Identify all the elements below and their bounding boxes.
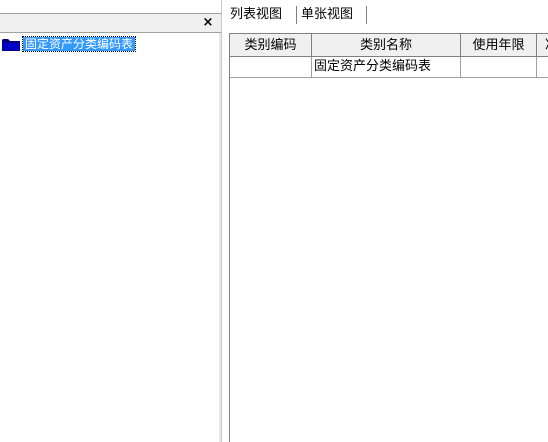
column-header-net[interactable]: 净 xyxy=(537,34,548,57)
tree-node-label[interactable]: 固定资产分类编码表 xyxy=(21,36,137,52)
category-grid[interactable]: 类别编码 类别名称 使用年限 净 固定资产分类编码表 xyxy=(229,33,548,442)
view-tab-strip: 列表视图 单张视图 xyxy=(223,0,548,28)
close-icon[interactable]: × xyxy=(198,15,218,31)
cell-code[interactable] xyxy=(230,57,312,78)
column-header-name[interactable]: 类别名称 xyxy=(312,34,461,57)
folder-icon xyxy=(2,38,20,51)
tab-separator xyxy=(296,6,297,24)
tab-separator xyxy=(366,6,367,24)
cell-years[interactable] xyxy=(461,57,537,78)
content-pane: 列表视图 单张视图 类别编码 类别名称 使用年限 净 固定资产分类编码表 xyxy=(223,0,548,442)
tree-node-root[interactable]: 固定资产分类编码表 xyxy=(2,36,137,52)
table-row[interactable]: 固定资产分类编码表 xyxy=(230,57,548,78)
tree-pane-header: × xyxy=(0,13,221,33)
tree-pane: × 固定资产分类编码表 xyxy=(0,0,222,442)
column-header-years[interactable]: 使用年限 xyxy=(461,34,537,57)
grid-header: 类别编码 类别名称 使用年限 净 xyxy=(230,34,548,57)
cell-net[interactable] xyxy=(537,57,548,78)
tab-list-view[interactable]: 列表视图 xyxy=(227,5,285,25)
tab-single-view[interactable]: 单张视图 xyxy=(298,5,356,25)
cell-name[interactable]: 固定资产分类编码表 xyxy=(312,57,461,78)
column-header-code[interactable]: 类别编码 xyxy=(230,34,312,57)
pane-divider[interactable] xyxy=(219,33,221,442)
